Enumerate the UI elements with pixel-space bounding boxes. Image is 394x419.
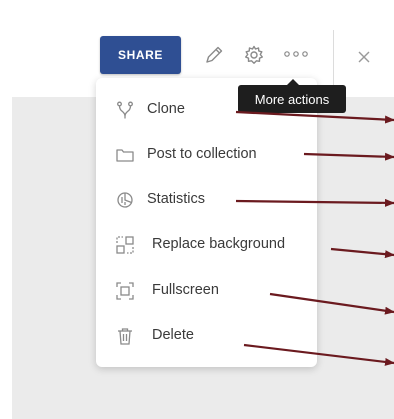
menu-item-delete[interactable]: Delete [96,316,317,356]
menu-item-fullscreen[interactable]: Fullscreen [96,271,317,311]
close-icon[interactable] [354,47,374,67]
menu-item-label: Post to collection [147,146,257,162]
menu-item-statistics[interactable]: Statistics [96,180,317,220]
folder-icon [116,149,134,162]
trash-icon [118,328,132,345]
menu-item-label: Replace background [152,236,286,252]
menu-item-label: Clone [147,101,185,117]
more-actions-menu: Clone Post to collection Statistics Repl… [96,78,317,367]
menu-item-label: Fullscreen [152,282,219,298]
share-button[interactable]: SHARE [100,36,181,74]
clone-icon [117,101,133,119]
toolbar-divider [333,30,334,85]
gear-icon[interactable] [243,44,265,66]
menu-item-replace-background[interactable]: Replace background [96,225,317,265]
statistics-icon [117,192,133,208]
more-actions-tooltip: More actions [238,85,346,113]
more-dots-icon[interactable] [283,43,309,65]
menu-item-label: Statistics [147,191,206,207]
fullscreen-icon [116,282,134,300]
pencil-icon[interactable] [203,44,225,66]
replace-background-icon [116,236,134,254]
menu-item-label: Delete [152,327,194,343]
menu-item-post-to-collection[interactable]: Post to collection [96,135,317,175]
